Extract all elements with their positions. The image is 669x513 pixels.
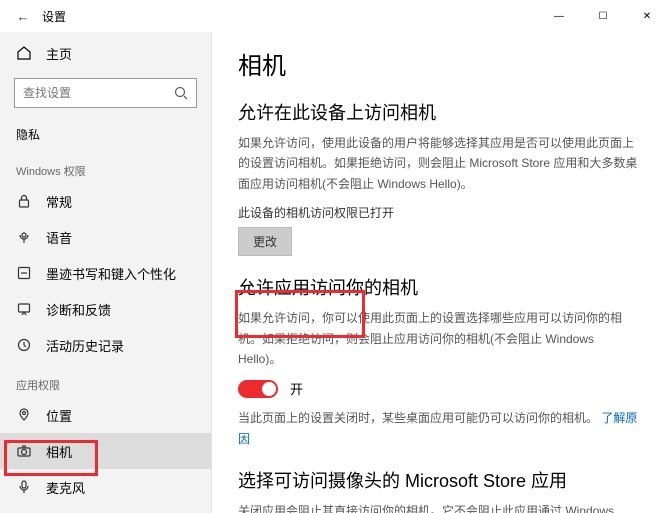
section2-heading: 允许应用访问你的相机 <box>238 274 639 300</box>
section1-status: 此设备的相机访问权限已打开 <box>238 204 639 221</box>
search-icon <box>173 85 189 104</box>
minimize-button[interactable]: — <box>537 0 581 32</box>
camera-icon <box>16 443 32 459</box>
sidebar-home-label: 主页 <box>46 44 72 63</box>
sidebar-item-diagnostics[interactable]: 诊断和反馈 <box>0 291 211 327</box>
lock-icon <box>16 193 32 209</box>
location-icon <box>16 407 32 423</box>
section3-desc: 关闭应用会阻止其直接访问你的相机。它不会阻止此应用通过 Windows 的"相机… <box>238 501 639 513</box>
sidebar-item-label: 活动历史记录 <box>46 336 124 355</box>
section1-desc: 如果允许访问，使用此设备的用户将能够选择其应用是否可以使用此页面上的设置访问相机… <box>238 133 639 194</box>
section2-desc: 如果允许访问，你可以使用此页面上的设置选择哪些应用可以访问你的相机。如果拒绝访问… <box>238 308 639 369</box>
sidebar: 主页 隐私 Windows 权限 常规 语音 <box>0 32 212 513</box>
sidebar-subheader-windows: Windows 权限 <box>0 149 211 183</box>
sidebar-item-activity[interactable]: 活动历史记录 <box>0 327 211 363</box>
back-icon[interactable]: ← <box>14 9 32 24</box>
sidebar-item-label: 诊断和反馈 <box>46 300 111 319</box>
sidebar-item-label: 常规 <box>46 192 72 211</box>
home-icon <box>16 45 32 61</box>
sidebar-item-camera[interactable]: 相机 <box>0 433 211 469</box>
sidebar-item-general[interactable]: 常规 <box>0 183 211 219</box>
content-area: 相机 允许在此设备上访问相机 如果允许访问，使用此设备的用户将能够选择其应用是否… <box>212 32 669 513</box>
window-title: 设置 <box>42 8 66 25</box>
speech-icon <box>16 229 32 245</box>
maximize-button[interactable]: ☐ <box>581 0 625 32</box>
sidebar-group: 隐私 <box>0 118 211 149</box>
section3-heading: 选择可访问摄像头的 Microsoft Store 应用 <box>238 467 639 493</box>
history-icon <box>16 337 32 353</box>
sidebar-item-speech[interactable]: 语音 <box>0 219 211 255</box>
sidebar-item-location[interactable]: 位置 <box>0 397 211 433</box>
sidebar-item-label: 语音 <box>46 228 72 247</box>
search-input[interactable] <box>14 78 197 108</box>
sidebar-item-label: 麦克风 <box>46 478 85 497</box>
section1-heading: 允许在此设备上访问相机 <box>238 99 639 125</box>
change-button[interactable]: 更改 <box>238 227 292 256</box>
sidebar-item-inking[interactable]: 墨迹书写和键入个性化 <box>0 255 211 291</box>
feedback-icon <box>16 301 32 317</box>
sidebar-subheader-app: 应用权限 <box>0 363 211 397</box>
page-title: 相机 <box>238 46 639 81</box>
section2-note: 当此页面上的设置关闭时，某些桌面应用可能仍可以访问你的相机。 了解原因 <box>238 408 639 449</box>
inking-icon <box>16 265 32 281</box>
sidebar-item-label: 相机 <box>46 442 72 461</box>
allow-apps-toggle[interactable] <box>238 380 278 398</box>
toggle-label: 开 <box>290 379 303 398</box>
close-button[interactable]: ✕ <box>625 0 669 32</box>
sidebar-item-label: 位置 <box>46 406 72 425</box>
sidebar-home[interactable]: 主页 <box>0 36 211 70</box>
microphone-icon <box>16 479 32 495</box>
sidebar-item-label: 墨迹书写和键入个性化 <box>46 264 176 283</box>
sidebar-item-microphone[interactable]: 麦克风 <box>0 469 211 505</box>
